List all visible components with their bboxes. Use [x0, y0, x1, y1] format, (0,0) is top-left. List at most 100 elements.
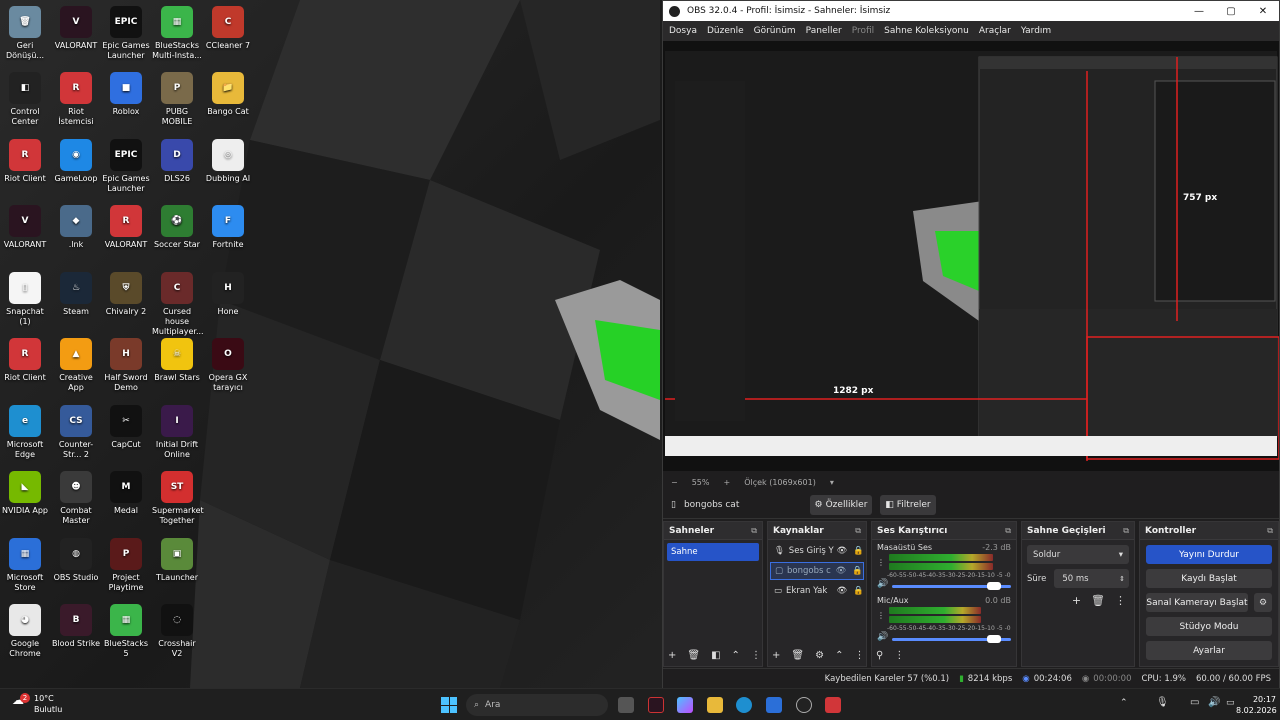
edge-taskbar-icon[interactable]	[736, 697, 752, 713]
eye-icon[interactable]: 👁	[837, 546, 848, 556]
desktop-icon[interactable]: ST Supermarket Together	[152, 471, 204, 526]
desktop-icon[interactable]: R Riot Client	[0, 139, 50, 184]
lock-icon[interactable]: 🔒	[853, 586, 864, 596]
start-icon[interactable]	[441, 697, 457, 713]
obs-taskbar-icon[interactable]	[796, 697, 812, 713]
close-icon[interactable]: ✕	[1247, 6, 1279, 17]
dock-undock-icon[interactable]: ⧉	[751, 526, 757, 536]
maximize-icon[interactable]: ▢	[1215, 6, 1247, 17]
start-recording-button[interactable]: Kaydı Başlat	[1146, 569, 1272, 588]
dock-undock-icon[interactable]: ⧉	[1123, 526, 1129, 536]
search-box[interactable]: ⌕ Ara	[466, 694, 608, 716]
battery-icon[interactable]: ▭	[1226, 698, 1235, 708]
minimize-icon[interactable]: —	[1183, 6, 1215, 17]
volume-slider[interactable]	[892, 634, 1011, 643]
more-icon[interactable]: ⋮	[854, 650, 864, 661]
desktop-icon[interactable]: O Opera GX tarayıcı	[203, 338, 253, 393]
desktop-icon[interactable]: ◆ .lnk	[51, 205, 101, 250]
volume-icon[interactable]: 🔊	[1208, 697, 1220, 708]
stepper-icon[interactable]: ⇕	[1119, 575, 1125, 583]
source-item[interactable]: 🎙 Ses Giriş Y 👁 🔒	[770, 542, 864, 560]
desktop-icon[interactable]: 📁 Bango Cat	[203, 72, 253, 117]
desktop-icon[interactable]: B Blood Strike	[51, 604, 101, 649]
desktop-icon[interactable]: H Half Sword Demo	[101, 338, 151, 393]
move-up-icon[interactable]: ⌃	[732, 650, 740, 661]
menu-sahne-koleksiyonu[interactable]: Sahne Koleksiyonu	[884, 26, 969, 36]
more-icon[interactable]: ⋮	[1115, 594, 1126, 607]
dock-undock-icon[interactable]: ⧉	[1267, 526, 1273, 536]
eye-icon[interactable]: 👁	[837, 586, 848, 596]
desktop-icon[interactable]: ☻ Combat Master	[51, 471, 101, 526]
obs-titlebar[interactable]: OBS 32.0.4 - Profil: İsimsiz - Sahneler:…	[663, 1, 1279, 21]
desktop-icon[interactable]: ◕ Google Chrome	[0, 604, 50, 659]
desktop-icon[interactable]: I Initial Drift Online	[152, 405, 202, 460]
chevron-down-icon[interactable]: ▾	[830, 478, 834, 487]
network-icon[interactable]: ▭	[1190, 697, 1199, 708]
desktop-icon[interactable]: 🗑 Geri Dönüşü...	[0, 6, 50, 61]
desktop-icon[interactable]: ◎ Dubbing AI	[203, 139, 253, 184]
desktop-icon[interactable]: C Cursed house Multiplayer...	[152, 272, 204, 337]
desktop-icon[interactable]: ◍ OBS Studio	[51, 538, 101, 583]
desktop-icon[interactable]: ▦ Microsoft Store	[0, 538, 50, 593]
trash-icon[interactable]: 🗑	[791, 650, 804, 661]
desktop-icon[interactable]: D DLS26	[152, 139, 202, 184]
desktop-icon[interactable]: ✂ CapCut	[101, 405, 151, 450]
properties-button[interactable]: ⚙ Özellikler	[809, 494, 872, 515]
menu-gorunum[interactable]: Görünüm	[754, 26, 796, 36]
more-icon[interactable]: ⋮	[751, 650, 761, 661]
source-item[interactable]: ▭ Ekran Yak 👁 🔒	[770, 582, 864, 600]
stop-stream-button[interactable]: Yayını Durdur	[1146, 545, 1272, 564]
add-icon[interactable]: +	[772, 650, 780, 661]
menu-dosya[interactable]: Dosya	[669, 26, 697, 36]
task-view-icon[interactable]	[618, 697, 634, 713]
menu-paneller[interactable]: Paneller	[806, 26, 842, 36]
zoom-out-icon[interactable]: −	[671, 478, 678, 487]
add-icon[interactable]: +	[668, 650, 676, 661]
speaker-icon[interactable]: 🔊	[877, 579, 888, 589]
link-icon[interactable]: ⚲	[876, 650, 883, 661]
preview-canvas[interactable]: 1282 px 757 px	[663, 41, 1280, 471]
scale-select[interactable]: Ölçek (1069x601)	[744, 478, 816, 487]
duration-input[interactable]: 50 ms ⇕	[1054, 569, 1129, 588]
mic-tray-icon[interactable]: 🎙	[1156, 697, 1169, 708]
lock-icon[interactable]: 🔒	[852, 566, 863, 576]
menu-yardim[interactable]: Yardım	[1021, 26, 1051, 36]
desktop-icon[interactable]: ▦ BlueStacks 5	[101, 604, 151, 659]
desktop-icon[interactable]: ◧ Control Center	[0, 72, 50, 127]
speaker-icon[interactable]: 🔊	[877, 632, 888, 642]
file-explorer-icon[interactable]	[707, 697, 723, 713]
weather-widget[interactable]: 2 ☁ 10°C Bulutlu	[12, 693, 62, 714]
desktop-icon[interactable]: ⚽ Soccer Star	[152, 205, 202, 250]
desktop-icon[interactable]: R VALORANT	[101, 205, 151, 250]
valorant-taskbar-icon[interactable]	[648, 697, 664, 713]
clock[interactable]: 20:17 8.02.2026	[1236, 694, 1277, 716]
desktop-icon[interactable]: V VALORANT	[0, 205, 50, 250]
desktop-icon[interactable]: ◌ Crosshair V2	[152, 604, 202, 659]
start-virtual-camera-button[interactable]: Sanal Kamerayı Başlat	[1146, 593, 1248, 612]
tray-chevron-icon[interactable]: ⌃	[1120, 698, 1128, 708]
move-up-icon[interactable]: ⌃	[835, 650, 843, 661]
trash-icon[interactable]: 🗑	[687, 650, 700, 661]
filter-icon[interactable]: ◧	[711, 650, 720, 661]
eye-hidden-icon[interactable]: 👁	[836, 566, 847, 576]
menu-araclar[interactable]: Araçlar	[979, 26, 1011, 36]
volume-slider[interactable]	[892, 581, 1011, 590]
desktop-icon[interactable]: EPIC Epic Games Launcher	[101, 139, 151, 194]
desktop-icon[interactable]: ◣ NVIDIA App	[0, 471, 50, 516]
desktop-icon[interactable]: ☠ Brawl Stars	[152, 338, 202, 383]
desktop-icon[interactable]: R Riot Client	[0, 338, 50, 383]
riot-taskbar-icon[interactable]	[825, 697, 841, 713]
dock-undock-icon[interactable]: ⧉	[1005, 526, 1011, 536]
more-icon[interactable]: ⋮	[877, 558, 885, 567]
more-icon[interactable]: ⋮	[877, 611, 885, 620]
store-taskbar-icon[interactable]	[766, 697, 782, 713]
scene-item[interactable]: Sahne	[667, 543, 759, 561]
desktop-icon[interactable]: ⛨ Chivalry 2	[101, 272, 151, 317]
desktop-icon[interactable]: ▲ Creative App	[51, 338, 101, 393]
filters-button[interactable]: ◧ Filtreler	[879, 494, 936, 515]
source-item[interactable]: ▢ bongobs c 👁 🔒	[770, 562, 864, 580]
add-icon[interactable]: +	[1072, 594, 1081, 607]
menu-profil[interactable]: Profil	[852, 26, 874, 36]
transition-select[interactable]: Soldur ▾	[1027, 545, 1129, 564]
desktop-icon[interactable]: R Riot İstemcisi	[51, 72, 101, 127]
